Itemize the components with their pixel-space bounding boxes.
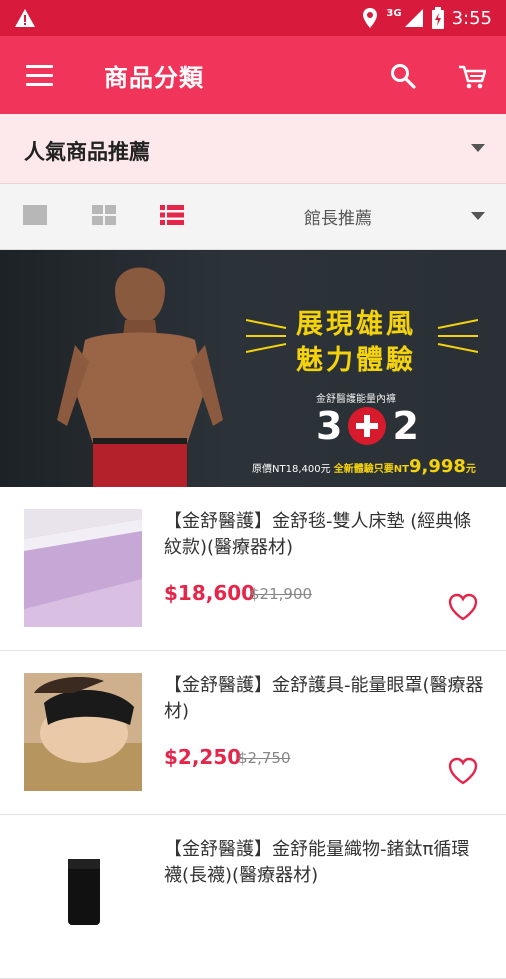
view-sort-toolbar: 館長推薦 xyxy=(0,184,506,250)
product-image xyxy=(24,837,142,955)
grid-large-icon[interactable] xyxy=(23,205,47,225)
page-title: 商品分類 xyxy=(104,64,204,92)
list-icon[interactable] xyxy=(160,205,184,225)
product-price: $2,250 xyxy=(164,745,242,769)
banner-subtitle: 金舒醫護能量內褲 xyxy=(316,394,396,405)
product-original-price: $21,900 xyxy=(250,585,313,603)
product-image xyxy=(24,673,142,791)
chevron-down-icon xyxy=(471,212,485,220)
product-name: 【金舒醫護】金舒毯-雙人床墊 (經典條紋款)(醫療器材) xyxy=(164,511,472,558)
product-image xyxy=(24,509,142,627)
product-name: 【金舒醫護】金舒護具-能量眼罩(醫療器材) xyxy=(164,675,484,722)
grid-small-icon[interactable] xyxy=(92,205,116,225)
promo-banner[interactable]: 展現雄風 魅力體驗 金舒醫護能量內褲 3 2 原價NT18,400元 全新體驗只… xyxy=(0,250,506,487)
banner-original-price: 原價NT18,400元 xyxy=(252,464,331,475)
banner-offer-value: 9,998 xyxy=(408,456,466,477)
category-label: 人氣商品推薦 xyxy=(24,140,150,164)
chevron-down-icon xyxy=(471,144,485,152)
clock: 3:55 xyxy=(451,7,492,29)
app-bar: 商品分類 xyxy=(0,36,506,114)
status-bar: 3G 3:55 xyxy=(0,0,506,36)
cart-icon[interactable] xyxy=(458,64,486,90)
list-item[interactable]: 【金舒醫護】金舒能量織物-鍺鈦π循環襪(長襪)(醫療器材) xyxy=(0,815,506,979)
banner-headline: 展現雄風 xyxy=(296,309,416,340)
heart-icon[interactable] xyxy=(448,593,478,621)
menu-icon[interactable] xyxy=(26,65,53,86)
banner-price: 原價NT18,400元 全新體驗只要NT9,998元 xyxy=(252,456,476,477)
banner-offer-prefix: 全新體驗只要NT xyxy=(333,464,409,475)
search-icon[interactable] xyxy=(390,63,416,89)
promo-number-left: 3 xyxy=(316,404,343,448)
battery-icon xyxy=(431,7,444,29)
warning-icon xyxy=(15,9,35,27)
banner-headline-2: 魅力體驗 xyxy=(296,345,416,376)
product-name: 【金舒醫護】金舒能量織物-鍺鈦π循環襪(長襪)(醫療器材) xyxy=(164,839,470,886)
sort-dropdown[interactable]: 館長推薦 xyxy=(304,204,372,229)
promo-number-right: 2 xyxy=(392,404,419,448)
banner-offer-suffix: 元 xyxy=(465,464,476,475)
plus-icon xyxy=(348,407,387,445)
signal-icon xyxy=(404,9,423,27)
product-price: $18,600 xyxy=(164,581,256,605)
category-selector[interactable]: 人氣商品推薦 xyxy=(0,114,506,184)
location-icon xyxy=(363,8,378,28)
model-image xyxy=(57,267,223,487)
network-type: 3G xyxy=(386,7,402,19)
list-item[interactable]: 【金舒醫護】金舒護具-能量眼罩(醫療器材) $2,250 $2,750 xyxy=(0,651,506,815)
product-original-price: $2,750 xyxy=(238,749,291,767)
list-item[interactable]: 【金舒醫護】金舒毯-雙人床墊 (經典條紋款)(醫療器材) $18,600 $21… xyxy=(0,487,506,651)
heart-icon[interactable] xyxy=(448,757,478,785)
banner-promo: 3 2 xyxy=(316,404,419,448)
